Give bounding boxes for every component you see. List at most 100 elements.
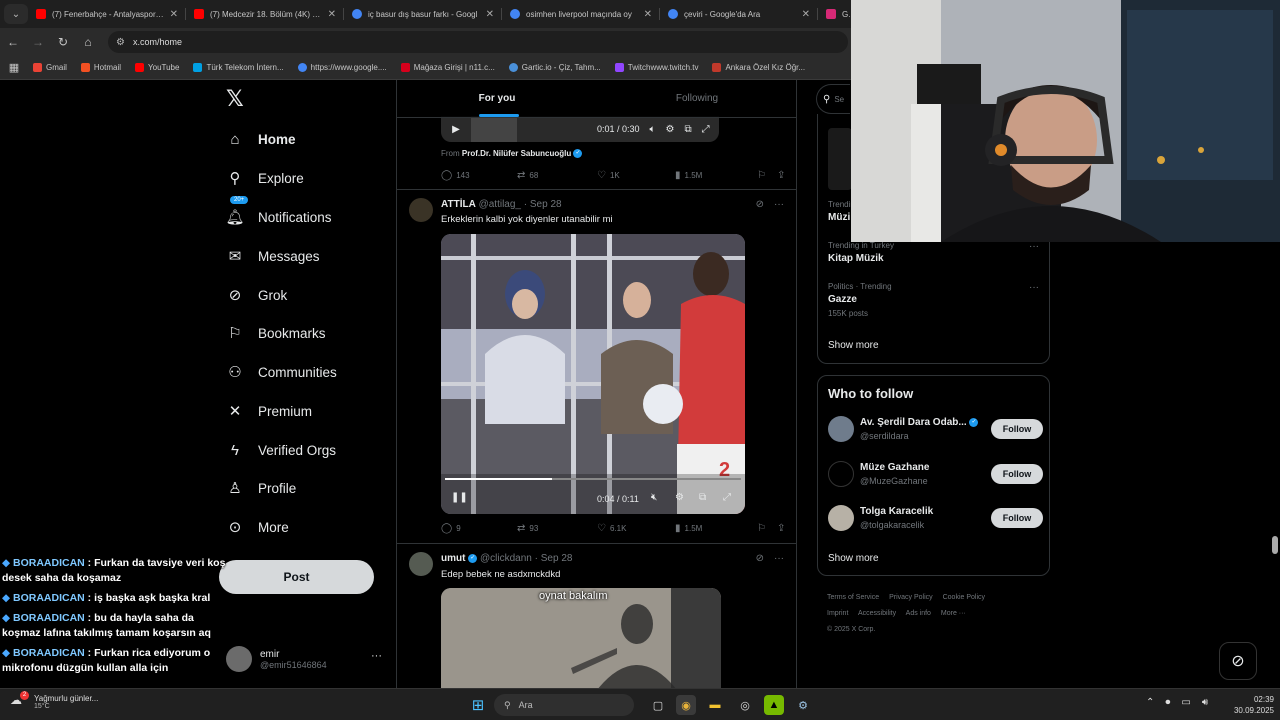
bookmark-item[interactable]: Mağaza Girişi | n11.c... (394, 63, 502, 72)
trend-item[interactable]: Politics · Trending Gazze 155K posts ··· (828, 282, 1043, 318)
nav-home[interactable]: ⌂ Home (226, 130, 295, 148)
tweet-video[interactable]: oynat bakalım (441, 588, 721, 688)
settings-gear-icon[interactable]: ⚙ (666, 124, 675, 135)
nav-premium[interactable]: ✕ Premium (226, 402, 312, 420)
nav-more[interactable]: ⊙ More (226, 518, 289, 536)
x-logo-icon[interactable]: 𝕏 (226, 86, 244, 112)
browser-tab[interactable]: osimhen liverpool maçında oy ✕ (502, 0, 660, 28)
pause-icon[interactable]: ❚❚ (451, 492, 468, 503)
play-icon[interactable]: ▶ (449, 124, 463, 135)
follow-show-more-link[interactable]: Show more (828, 553, 879, 564)
share-button[interactable]: ⇪ (777, 523, 785, 534)
nav-grok[interactable]: ⊘ Grok (226, 286, 288, 304)
home-button[interactable]: ⌂ (76, 30, 100, 54)
close-tab-icon[interactable]: ✕ (802, 9, 810, 20)
trend-item[interactable]: Trending in Turkey Kitap Müzik ··· (828, 241, 1043, 264)
close-tab-icon[interactable]: ✕ (170, 9, 178, 20)
grok-icon[interactable]: ⊘ (756, 199, 764, 210)
account-switcher[interactable]: emir @emir51646864 ··· (226, 642, 386, 676)
nav-verified-orgs[interactable]: ϟ Verified Orgs (226, 441, 336, 459)
reply-button[interactable]: ◯ 143 (441, 170, 517, 181)
task-view-icon[interactable]: ▢ (648, 695, 668, 715)
more-dots-icon[interactable]: ··· (1029, 282, 1039, 293)
pip-icon[interactable]: ⧉ (685, 124, 692, 135)
nav-explore[interactable]: ⚲ Explore (226, 169, 304, 187)
tab-for-you[interactable]: For you (397, 80, 597, 117)
nav-messages[interactable]: ✉ Messages (226, 247, 320, 265)
search-input[interactable]: ⚲ Se (816, 84, 850, 114)
repost-button[interactable]: ⇄ 68 (517, 170, 597, 181)
bookmark-item[interactable]: Twitchwww.twitch.tv (608, 63, 706, 72)
footer-link[interactable]: More ··· (941, 610, 966, 617)
footer-link[interactable]: Accessibility (858, 610, 896, 617)
reload-button[interactable]: ↻ (51, 30, 75, 54)
footer-link[interactable]: Terms of Service (827, 594, 879, 601)
bookmark-item[interactable]: Gartic.io - Çiz, Tahm... (502, 63, 608, 72)
fullscreen-icon[interactable]: ⤢ (723, 492, 731, 503)
close-tab-icon[interactable]: ✕ (644, 9, 652, 20)
forward-button[interactable]: → (26, 30, 50, 54)
speaker-icon[interactable]: 🔊︎ (1202, 697, 1208, 708)
microphone-icon[interactable]: ⏺ (1165, 697, 1170, 708)
avatar[interactable] (409, 552, 433, 576)
apps-button[interactable]: ▦ (2, 56, 26, 80)
browser-tab[interactable]: iç basur dış basur farkı - Googl ✕ (344, 0, 502, 28)
steam-icon[interactable]: ⚙ (793, 695, 813, 715)
video-progress-track[interactable] (445, 478, 741, 480)
close-tab-icon[interactable]: ✕ (328, 9, 336, 20)
bookmark-item[interactable]: Ankara Özel Kız Öğr... (705, 63, 812, 72)
footer-link[interactable]: Imprint (827, 610, 848, 617)
author-name[interactable]: umut (441, 553, 465, 564)
bookmark-button[interactable]: ⚐ (757, 170, 777, 181)
bookmark-button[interactable]: ⚐ (757, 523, 777, 534)
bookmark-item[interactable]: https://www.google.... (291, 63, 394, 72)
site-info-icon[interactable]: ⚙ (116, 37, 125, 48)
bookmark-item[interactable]: Hotmail (74, 63, 128, 72)
nav-communities[interactable]: ⚇ Communities (226, 363, 337, 381)
chevron-up-icon[interactable]: ⌃ (1146, 697, 1154, 708)
views-button[interactable]: ▮ 1.5M (675, 523, 757, 534)
bookmark-item[interactable]: Gmail (26, 63, 74, 72)
chrome-icon[interactable]: ◉ (676, 695, 696, 715)
more-dots-icon[interactable]: ··· (1029, 241, 1039, 252)
browser-tab[interactable]: (7) Medcezir 18. Bölüm (4K) - Y ✕ (186, 0, 344, 28)
start-button[interactable]: ⊞ (468, 695, 488, 715)
nav-notifications[interactable]: 🔔︎ 20+ Notifications (225, 196, 332, 226)
follow-suggestion[interactable]: Müze Gazhane @MuzeGazhane Follow (828, 461, 1043, 491)
footer-link[interactable]: Ads info (906, 610, 931, 617)
volume-icon[interactable]: 🔈︎ (650, 124, 656, 135)
follow-suggestion[interactable]: Tolga Karacelik @tolgakaracelik Follow (828, 505, 1043, 535)
weather-widget[interactable]: ☁ 2 Yağmurlu günler... 15°C (10, 691, 98, 711)
more-dots-icon[interactable]: ··· (774, 199, 784, 210)
video-source[interactable]: From Prof.Dr. Nilüfer Sabuncuoğlu ✓ (441, 149, 583, 159)
tab-search-button[interactable]: ⌄ (4, 4, 28, 24)
close-tab-icon[interactable]: ✕ (486, 9, 494, 20)
nav-profile[interactable]: ♙ Profile (226, 479, 296, 497)
follow-button[interactable]: Follow (991, 508, 1043, 528)
follow-suggestion[interactable]: Av. Şerdil Dara Odab... ✓ @serdildara Fo… (828, 416, 1043, 446)
file-explorer-icon[interactable]: ▬ (705, 695, 725, 715)
tweet-video[interactable]: 2 ❚❚ 0:04 / 0:11 🔇︎ ⚙ ⧉ ⤢ (441, 234, 745, 514)
repost-button[interactable]: ⇄ 93 (517, 523, 597, 534)
browser-tab[interactable]: çeviri - Google'da Ara ✕ (660, 0, 818, 28)
follow-button[interactable]: Follow (991, 419, 1043, 439)
grok-icon[interactable]: ⊘ (756, 553, 764, 564)
footer-link[interactable]: Privacy Policy (889, 594, 933, 601)
reply-button[interactable]: ◯ 9 (441, 523, 517, 534)
more-dots-icon[interactable]: ··· (774, 553, 784, 564)
share-button[interactable]: ⇪ (777, 170, 785, 181)
like-button[interactable]: ♡ 6.1K (597, 523, 675, 534)
nav-bookmarks[interactable]: ⚐ Bookmarks (226, 324, 325, 342)
pip-icon[interactable]: ⧉ (699, 492, 706, 503)
obs-icon[interactable]: ◎ (735, 695, 755, 715)
follow-button[interactable]: Follow (991, 464, 1043, 484)
nvidia-icon[interactable]: ▲ (764, 695, 784, 715)
post-button[interactable]: Post (219, 560, 374, 594)
bookmark-item[interactable]: YouTube (128, 63, 186, 72)
back-button[interactable]: ← (1, 30, 25, 54)
bookmark-item[interactable]: Türk Telekom İntern... (186, 63, 290, 72)
trends-show-more-link[interactable]: Show more (828, 340, 879, 351)
author-name[interactable]: ATTİLA (441, 199, 476, 210)
taskbar-search[interactable]: ⚲ Ara (494, 694, 634, 716)
display-icon[interactable]: ▭ (1181, 697, 1190, 708)
